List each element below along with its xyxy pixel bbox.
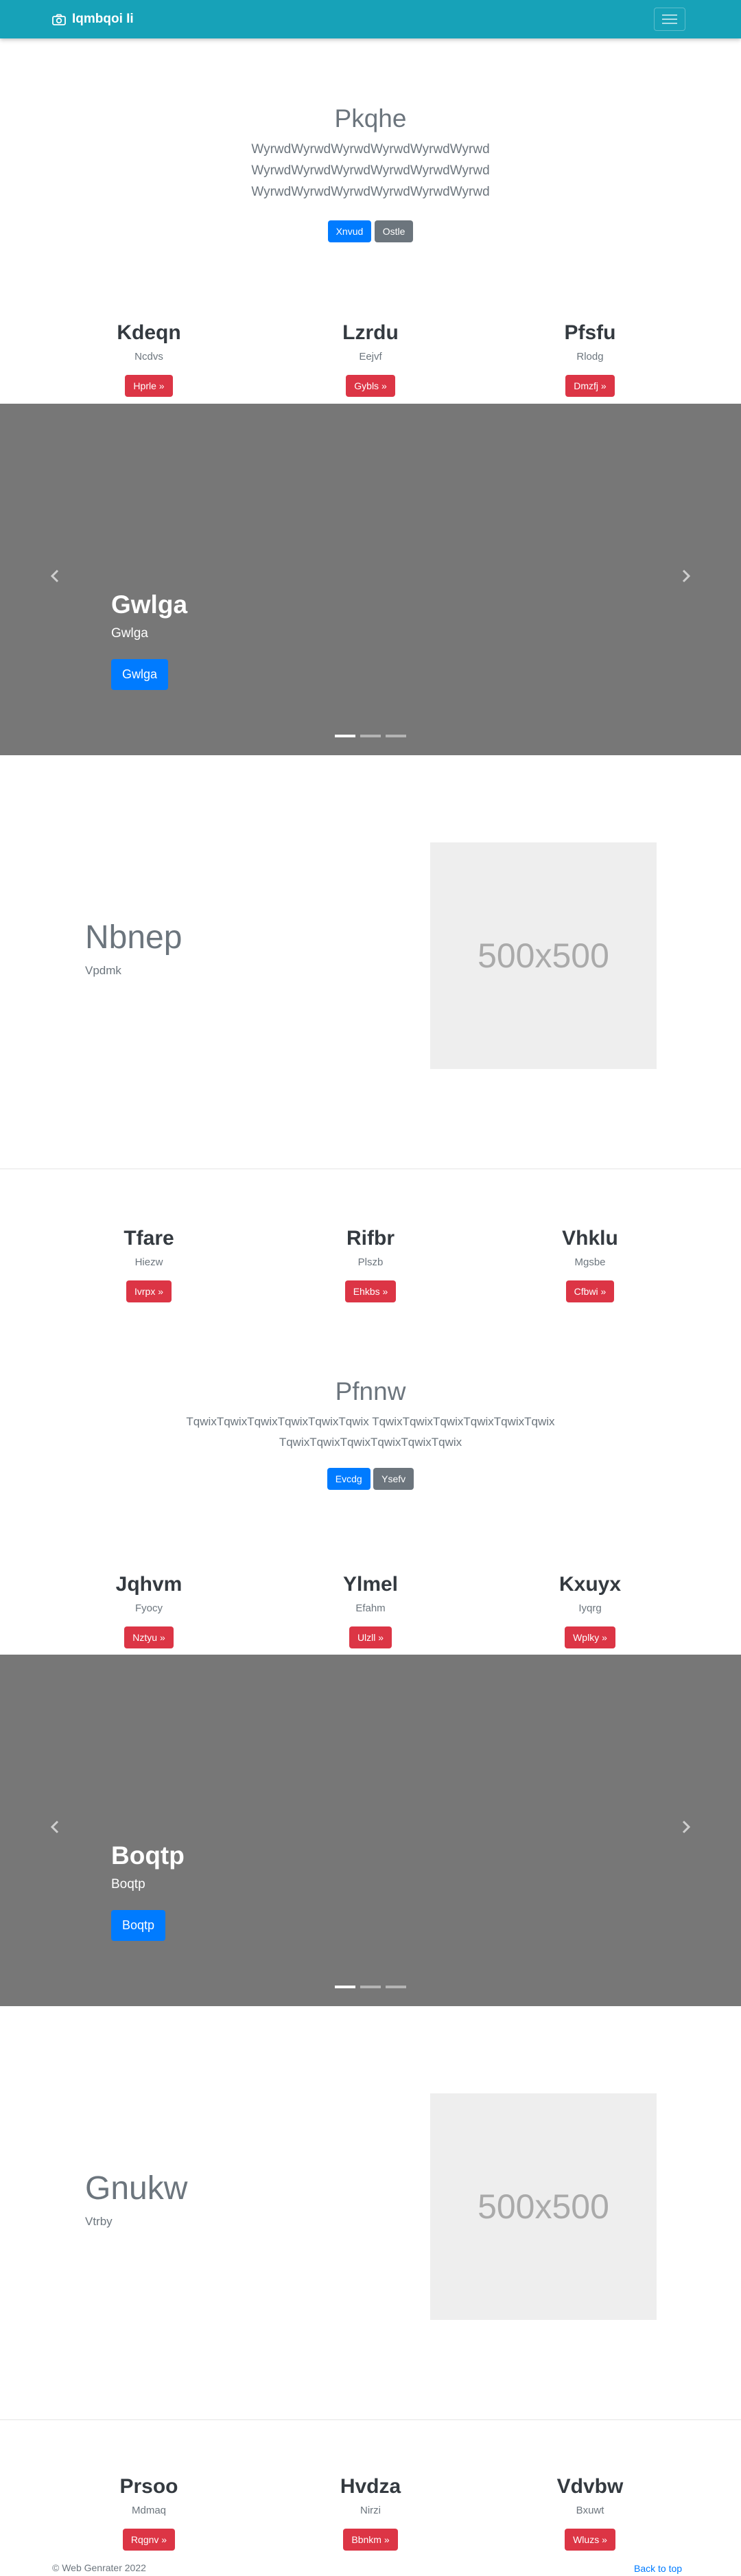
hero-section: Pkqhe WyrwdWyrwdWyrwdWyrwdWyrwdWyrwd Wyr…	[0, 104, 741, 242]
column-title: Tfare	[124, 1227, 174, 1250]
featurette-text: Vtrby	[85, 2215, 113, 2228]
column-text: Mgsbe	[574, 1256, 606, 1268]
feature-column: Kdeqn Ncdvs Hprle »	[46, 321, 252, 397]
footer-copyright: © Web Genrater 2022	[52, 2562, 146, 2573]
feature-column: Tfare Hiezw Ivrpx »	[46, 1226, 252, 1302]
column-title: Jqhvm	[115, 1573, 183, 1596]
column-title: Prsoo	[119, 2475, 178, 2498]
column-text: Efahm	[355, 1602, 386, 1614]
hero-lead: TqwixTqwixTqwixTqwixTqwixTqwix TqwixTqwi…	[186, 1415, 555, 1449]
column-button[interactable]: Hprle »	[125, 375, 173, 397]
feature-column: Prsoo Mdmaq Rqgnv »	[46, 2474, 252, 2551]
column-button[interactable]: Wplky »	[565, 1626, 615, 1648]
menu-icon-bar	[662, 19, 677, 20]
carousel-prev-icon[interactable]	[48, 1819, 63, 1835]
column-button[interactable]: Cfbwi »	[565, 1280, 615, 1302]
feature-column: Vhklu Mgsbe Cfbwi »	[487, 1226, 693, 1302]
carousel-next-icon[interactable]	[678, 568, 693, 584]
hero-title: Pkqhe	[334, 104, 407, 133]
carousel-prev-icon[interactable]	[48, 568, 63, 584]
carousel-button[interactable]: Boqtp	[111, 1910, 166, 1941]
column-title: Lzrdu	[342, 321, 399, 344]
image-placeholder: 500x500	[430, 2093, 657, 2320]
column-button[interactable]: Ulzll »	[349, 1626, 392, 1648]
column-text: Nirzi	[360, 2505, 381, 2516]
feature-column: Ylmel Efahm Ulzll »	[268, 1572, 473, 1648]
back-to-top-link[interactable]: Back to top	[634, 2563, 682, 2574]
carousel-indicator[interactable]	[335, 1986, 355, 1988]
divider	[0, 2419, 741, 2420]
column-text: Plszb	[357, 1256, 384, 1268]
hero-title: Pfnnw	[335, 1377, 406, 1405]
carousel-caption: Boqtp Boqtp Boqtp	[111, 1841, 185, 1941]
column-title: Rifbr	[346, 1227, 395, 1250]
feature-column: Rifbr Plszb Ehkbs »	[268, 1226, 473, 1302]
carousel-indicator[interactable]	[335, 735, 355, 737]
column-button[interactable]: Wluzs »	[565, 2529, 615, 2551]
column-text: Fyocy	[134, 1602, 163, 1614]
featurette-text: Vpdmk	[85, 964, 121, 977]
navbar-brand[interactable]: Iqmbqoi Ii	[52, 0, 134, 38]
camera-icon	[52, 14, 66, 25]
hero-primary-button[interactable]: Evcdg	[327, 1468, 370, 1490]
feature-column: Vdvbw Bxuwt Wluzs »	[487, 2474, 693, 2551]
carousel-title: Gwlga	[111, 590, 188, 619]
feature-column: Hvdza Nirzi Bbnkm »	[268, 2474, 473, 2551]
column-button[interactable]: Rqgnv »	[122, 2529, 176, 2551]
carousel-indicator[interactable]	[360, 1986, 381, 1988]
column-text: Iyqrg	[578, 1602, 602, 1614]
column-title: Ylmel	[342, 1573, 399, 1596]
featurette-heading: Gnukw	[85, 2170, 188, 2207]
carousel-indicator[interactable]	[360, 735, 381, 737]
column-text: Hiezw	[134, 1256, 163, 1268]
hero-primary-button[interactable]: Xnvud	[327, 220, 372, 242]
column-title: Hvdza	[340, 2475, 401, 2498]
navbar-toggler-button[interactable]	[654, 8, 685, 31]
column-text: Bxuwt	[576, 2505, 604, 2516]
menu-icon-bar	[662, 14, 677, 16]
column-text: Rlodg	[576, 351, 604, 363]
column-title: Pfsfu	[564, 321, 616, 344]
feature-column: Kxuyx Iyqrg Wplky »	[487, 1572, 693, 1648]
column-title: Vdvbw	[556, 2475, 624, 2498]
feature-column: Jqhvm Fyocy Nztyu »	[46, 1572, 252, 1648]
column-button[interactable]: Bbnkm »	[343, 2529, 398, 2551]
column-button[interactable]: Nztyu »	[124, 1626, 174, 1648]
carousel-indicator[interactable]	[386, 1986, 406, 1988]
navbar: Iqmbqoi Ii	[0, 0, 741, 38]
column-text: Eejvf	[359, 351, 382, 363]
column-title: Kxuyx	[558, 1573, 622, 1596]
carousel: Gwlga Gwlga Gwlga	[0, 404, 741, 755]
image-placeholder: 500x500	[430, 842, 657, 1069]
column-text: Ncdvs	[134, 351, 163, 363]
brand-name: Iqmbqoi Ii	[72, 12, 134, 26]
feature-column: Pfsfu Rlodg Dmzfj »	[487, 321, 693, 397]
column-text: Mdmaq	[131, 2505, 167, 2516]
carousel-title: Boqtp	[111, 1841, 185, 1870]
hero-secondary-button[interactable]: Ysefv	[373, 1468, 414, 1490]
column-button[interactable]: Ivrpx »	[126, 1280, 172, 1302]
carousel-button[interactable]: Gwlga	[111, 659, 169, 690]
carousel-next-icon[interactable]	[678, 1819, 693, 1835]
feature-column: Lzrdu Eejvf Gybls »	[268, 321, 473, 397]
hero-secondary-button[interactable]: Ostle	[374, 220, 414, 242]
menu-icon-bar	[662, 23, 677, 24]
hero-lead: WyrwdWyrwdWyrwdWyrwdWyrwdWyrwd WyrwdWyrw…	[251, 142, 490, 199]
carousel: Boqtp Boqtp Boqtp	[0, 1655, 741, 2006]
column-button[interactable]: Ehkbs »	[344, 1280, 397, 1302]
carousel-indicator[interactable]	[386, 735, 406, 737]
column-button[interactable]: Gybls »	[346, 375, 395, 397]
column-button[interactable]: Dmzfj »	[565, 375, 615, 397]
column-title: Kdeqn	[117, 321, 181, 344]
carousel-caption: Gwlga Gwlga Gwlga	[111, 590, 187, 690]
featurette-heading: Nbnep	[85, 919, 183, 956]
carousel-subtitle: Boqtp	[111, 1877, 145, 1891]
hero-section: Pfnnw TqwixTqwixTqwixTqwixTqwixTqwix Tqw…	[0, 1377, 741, 1490]
carousel-subtitle: Gwlga	[111, 626, 148, 641]
column-title: Vhklu	[562, 1227, 618, 1250]
